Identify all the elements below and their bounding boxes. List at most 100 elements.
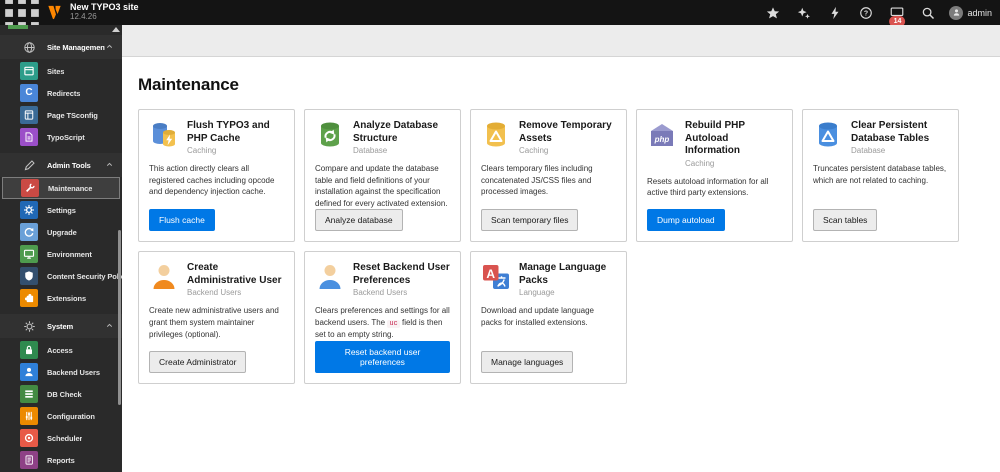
help-icon[interactable]: ? [855,0,877,25]
sidebar-item-page-tsconfig[interactable]: Page TSconfig [0,104,122,126]
user-menu[interactable]: admin [949,5,992,20]
scrollbar-up-arrow[interactable] [112,27,120,32]
scrolled-module-icon-sliver [8,25,28,29]
avatar [949,5,964,20]
redirects-icon: C [20,84,38,102]
sidebar-item-extensions[interactable]: Extensions [0,287,122,309]
translation-icon: A [481,262,511,292]
item-label: Page TSconfig [47,110,98,120]
scrollbar-thumb[interactable] [118,230,121,405]
card-flush-cache: Flush TYPO3 and PHP Cache Caching This a… [138,109,295,243]
scan-tables-button[interactable]: Scan tables [813,209,878,232]
sidebar-item-upgrade[interactable]: Upgrade [0,221,122,243]
gear-icon [20,317,38,335]
svg-text:?: ? [864,10,868,17]
card-create-admin-user: Create Administrative User Backend Users… [138,251,295,384]
item-label: Access [47,345,73,355]
analyze-database-button[interactable]: Analyze database [315,209,403,232]
create-administrator-button[interactable]: Create Administrator [149,350,247,373]
sidebar-item-scheduler[interactable]: Scheduler [0,427,122,449]
globe-icon [20,38,38,56]
item-label: Environment [47,249,92,259]
item-label: Backend Users [47,367,100,377]
chevron-up-icon [105,317,114,335]
card-description: Clears preferences and settings for all … [315,306,450,340]
section-admin-tools[interactable]: Admin Tools [0,153,122,177]
sidebar-item-sites[interactable]: Sites [0,60,122,82]
card-category: Backend Users [353,288,408,298]
card-title: Flush TYPO3 and PHP Cache [187,120,270,144]
clear-cache-icon[interactable] [824,0,846,25]
card-manage-language-packs: A Manage Language Packs Language Downloa… [470,251,627,384]
scan-temporary-files-button[interactable]: Scan temporary files [481,209,579,232]
shield-icon [20,267,38,285]
chevron-up-icon [105,38,114,56]
dump-autoload-button[interactable]: Dump autoload [647,209,725,232]
sidebar-item-maintenance[interactable]: Maintenance [2,177,120,199]
refresh-icon [20,223,38,241]
maintenance-cards: Flush TYPO3 and PHP Cache Caching This a… [138,109,978,384]
sidebar-item-access[interactable]: Access [0,339,122,361]
database-refresh-icon [315,120,345,150]
card-category: Language [519,288,555,298]
card-title: Manage Language Packs [519,262,607,286]
section-system[interactable]: System [0,314,122,338]
sidebar-item-content-security-policy[interactable]: Content Security Policy [0,265,122,287]
card-title: Create Administrative User [187,262,282,286]
manage-languages-button[interactable]: Manage languages [481,350,574,373]
monitor-icon [20,245,38,263]
sidebar-item-environment[interactable]: Environment [0,243,122,265]
item-label: Scheduler [47,433,83,443]
sidebar-item-redirects[interactable]: C Redirects [0,82,122,104]
system-information-icon[interactable]: 14 [886,0,908,27]
sidebar-item-settings[interactable]: Settings [0,199,122,221]
redirects-glyph: C [25,87,33,98]
card-description: Resets autoload information for all acti… [647,176,769,198]
cache-database-bolt-icon [149,120,179,150]
section-site-management[interactable]: Site Management [0,35,122,59]
search-icon[interactable] [917,0,939,25]
target-icon [20,429,38,447]
item-label: Extensions [47,293,87,303]
recycle-bin-blue-icon [813,120,843,150]
bookmark-icon[interactable] [762,0,784,25]
section-label: Admin Tools [47,160,91,170]
page-title: Maintenance [138,75,239,94]
db-icon [20,385,38,403]
sidebar-item-reports[interactable]: Reports [0,449,122,471]
item-label: Sites [47,66,65,76]
module-menu-toggle-icon[interactable] [0,0,44,30]
sidebar-item-typoscript[interactable]: TypoScript [0,126,122,148]
card-description: Download and update language packs for i… [481,306,594,327]
card-title: Reset Backend User Preferences [353,262,450,286]
card-title: Rebuild PHP Autoload Information [685,120,745,156]
sidebar-item-configuration[interactable]: Configuration [0,405,122,427]
wrench-icon [21,179,39,197]
flush-cache-button[interactable]: Flush cache [149,209,215,232]
item-label: Redirects [47,88,81,98]
card-description: Truncates persistent database tables, wh… [813,164,947,185]
sites-icon [20,62,38,80]
sidebar-item-backend-users[interactable]: Backend Users [0,361,122,383]
card-description: Create new administrative users and gran… [149,306,279,339]
chevron-up-icon [105,156,114,174]
card-description: This action directly clears all register… [149,164,275,197]
sidebar-item-db-check[interactable]: DB Check [0,383,122,405]
typo3-logo [46,4,63,21]
username: admin [967,7,992,18]
shortcut-icon[interactable] [793,0,815,25]
item-label: Configuration [47,411,95,421]
site-identity[interactable]: New TYPO3 site 12.4.26 [70,2,139,22]
typoscript-icon [20,128,38,146]
tools-icon [20,156,38,174]
report-icon [20,451,38,469]
uc-code: uc [387,319,400,328]
card-remove-temporary-assets: Remove Temporary Assets Caching Clears t… [470,109,627,243]
page-tsconfig-icon [20,106,38,124]
svg-text:php: php [654,135,670,144]
doc-header [122,25,1000,57]
reset-backend-user-preferences-button[interactable]: Reset backend user preferences [315,340,450,373]
topbar: New TYPO3 site 12.4.26 ? 14 admin [0,0,1000,30]
item-label: DB Check [47,389,82,399]
card-clear-persistent-tables: Clear Persistent Database Tables Databas… [802,109,959,243]
